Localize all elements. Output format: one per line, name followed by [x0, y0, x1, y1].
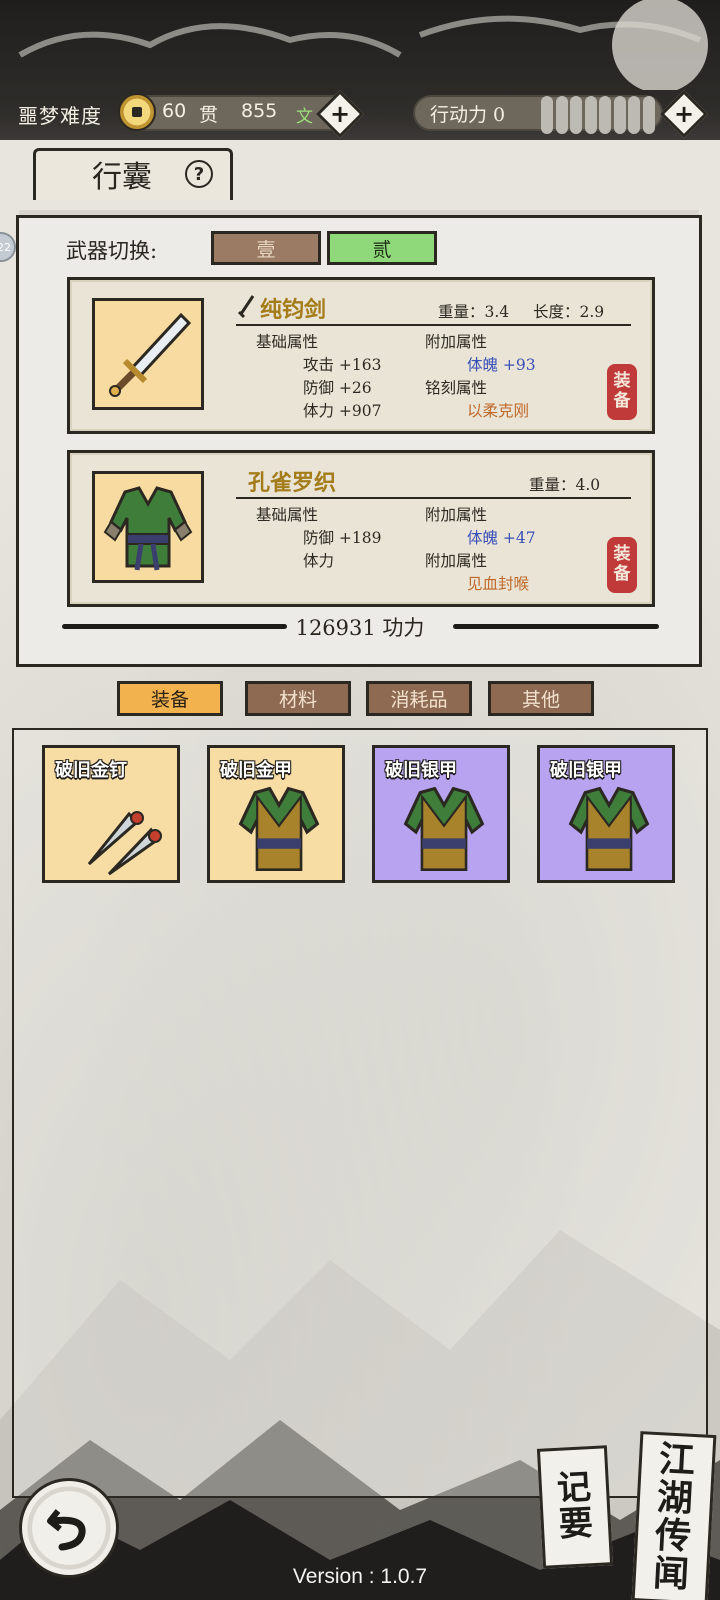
action-point-pip — [555, 96, 568, 134]
armor-icon — [568, 786, 650, 872]
help-icon[interactable]: ? — [185, 160, 213, 188]
card-divider — [236, 497, 631, 499]
jianghu-char-2: 湖 — [655, 1476, 695, 1521]
weapon-stamina-stat: 体力 +907 — [303, 402, 382, 420]
inventory-item-name: 破旧金钉 — [55, 760, 127, 781]
armor-extra-stat: 体魄 +47 — [467, 529, 536, 547]
equip-armor-button[interactable]: 装 备 — [607, 537, 637, 593]
tab-equipment[interactable]: 装备 — [117, 681, 223, 716]
action-point-pip — [541, 96, 553, 134]
armor-stamina-stat: 体力 — [303, 552, 335, 570]
coin-amount: 60 — [162, 100, 187, 122]
equip-char-1: 装 — [613, 544, 631, 565]
return-arrow-icon — [47, 1509, 86, 1551]
equip-weapon-button[interactable]: 装 备 — [607, 364, 637, 420]
action-points-label: 行动力 0 — [430, 104, 506, 126]
jianghu-char-3: 传 — [653, 1514, 693, 1558]
throwing-dart-icon — [87, 811, 162, 876]
armor-weight: 重量：4.0 — [529, 476, 601, 494]
weapon-length: 长度：2.9 — [533, 303, 605, 321]
coin-unit-wen: 文 — [296, 107, 313, 127]
tab-materials[interactable]: 材料 — [245, 681, 351, 716]
equip-char-2: 备 — [613, 391, 631, 411]
notes-char-1: 记 — [555, 1467, 593, 1510]
power-divider-right — [453, 624, 659, 629]
plus-icon: + — [673, 99, 695, 128]
action-point-pip — [599, 96, 611, 134]
inventory-item[interactable]: 破旧银甲 — [372, 745, 510, 883]
coin-icon — [118, 93, 156, 131]
weapon-slot-2-button[interactable]: 贰 — [327, 231, 437, 265]
extra-attributes-label-2: 附加属性 — [425, 552, 488, 570]
inventory-item[interactable]: 破旧金钉 — [42, 745, 180, 883]
jianghu-char-1: 江 — [657, 1438, 697, 1483]
extra-attributes-label: 附加属性 — [425, 333, 488, 351]
inventory-item[interactable]: 破旧金甲 — [207, 745, 345, 883]
weapon-name: 纯钧剑 — [260, 297, 327, 323]
inventory-item-name: 破旧金甲 — [220, 760, 292, 781]
action-point-pip — [628, 96, 640, 134]
robe-icon — [103, 486, 193, 571]
coin-unit-guan: 贯 — [199, 104, 219, 126]
notes-char-2: 要 — [557, 1503, 594, 1545]
weapon-switch-label: 武器切换: — [66, 239, 158, 263]
weapon-thumbnail — [92, 298, 204, 410]
action-point-pip — [570, 96, 582, 134]
tab-consumables[interactable]: 消耗品 — [366, 681, 472, 716]
equipped-weapon-card[interactable]: 纯钧剑 重量：3.4 长度：2.9 基础属性 攻击 +163 防御 +26 体力… — [67, 277, 655, 434]
armor-extra-stat-2: 见血封喉 — [467, 575, 530, 593]
equip-char-2: 备 — [613, 564, 631, 584]
action-point-pip — [613, 96, 626, 134]
plus-icon: + — [329, 99, 351, 128]
armor-icon — [238, 786, 320, 872]
tab-other[interactable]: 其他 — [488, 681, 594, 716]
engrave-attributes-label: 铭刻属性 — [425, 379, 488, 397]
bag-title: 行囊 — [92, 160, 152, 195]
inventory-item-name: 破旧银甲 — [550, 760, 622, 781]
armor-icon — [403, 786, 485, 872]
version-label: Version : 1.0.7 — [292, 1565, 428, 1588]
armor-defense-stat: 防御 +189 — [303, 529, 382, 547]
weapon-engrave-stat: 以柔克刚 — [467, 402, 530, 420]
weapon-attack-stat: 攻击 +163 — [303, 356, 382, 374]
equipped-armor-card[interactable]: 孔雀罗织 重量：4.0 基础属性 防御 +189 体力 附加属性 体魄 +47 … — [67, 450, 655, 607]
action-point-pip — [584, 96, 597, 134]
armor-thumbnail — [92, 471, 204, 583]
inventory-item[interactable]: 破旧银甲 — [537, 745, 675, 883]
card-divider — [236, 324, 631, 326]
equip-char-1: 装 — [613, 371, 631, 392]
base-attributes-label: 基础属性 — [256, 333, 319, 351]
sword-icon — [109, 312, 192, 397]
inventory-item-name: 破旧银甲 — [385, 760, 457, 781]
armor-name: 孔雀罗织 — [248, 470, 337, 496]
action-point-pip — [642, 96, 655, 134]
weapon-extra-stat: 体魄 +93 — [467, 356, 536, 374]
coin-small-amount: 855 — [241, 100, 278, 122]
weapon-defense-stat: 防御 +26 — [303, 379, 372, 397]
extra-attributes-label: 附加属性 — [425, 506, 488, 524]
power-summary: 126931 功力 — [60, 612, 660, 642]
weapon-type-icon — [237, 295, 255, 319]
cloud-decoration — [18, 0, 708, 90]
weapon-slot-1-button[interactable]: 壹 — [211, 231, 321, 265]
weapon-weight: 重量：3.4 — [438, 303, 510, 321]
back-button[interactable] — [19, 1478, 119, 1578]
notes-button[interactable]: 记 要 — [536, 1445, 614, 1569]
difficulty-label: 噩梦难度 — [18, 104, 102, 128]
base-attributes-label: 基础属性 — [256, 506, 319, 524]
